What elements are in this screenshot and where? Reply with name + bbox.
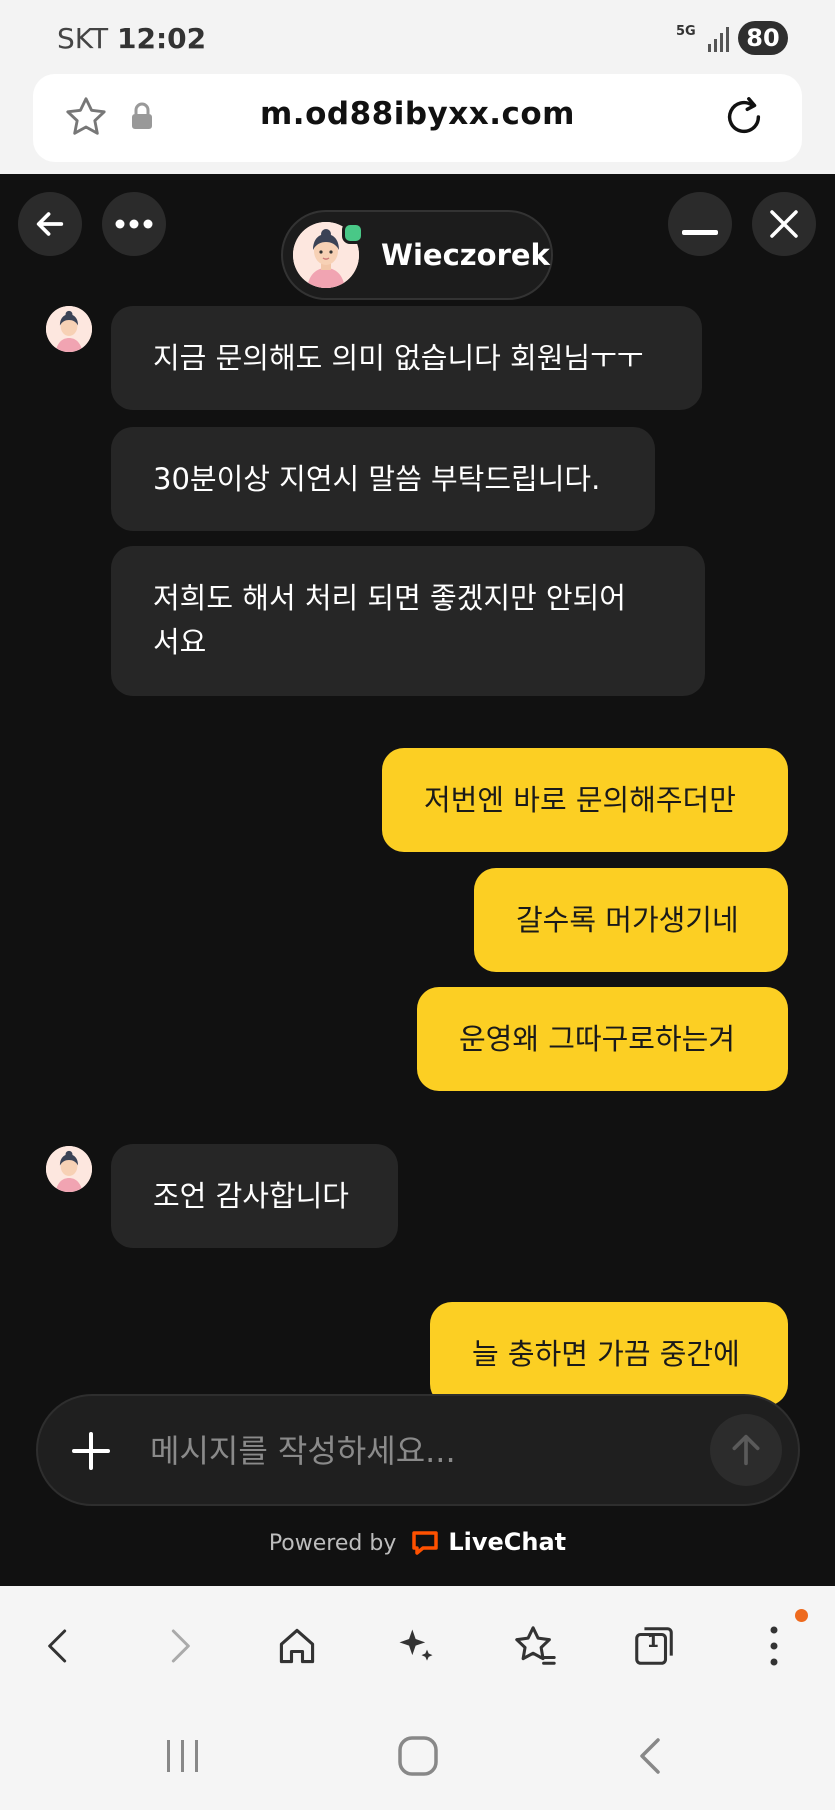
message-input[interactable] bbox=[148, 1418, 712, 1484]
more-icon bbox=[115, 219, 153, 229]
address-bar[interactable]: m.od88ibyxx.com bbox=[33, 74, 802, 162]
sparkle-icon bbox=[399, 1629, 433, 1661]
agent-message: 조언 감사합니다 bbox=[111, 1144, 398, 1248]
agent-header[interactable]: Wieczorek bbox=[281, 210, 553, 300]
close-icon bbox=[770, 210, 798, 238]
user-message: 운영왜 그따구로하는겨 bbox=[417, 987, 788, 1091]
chat-window: Wieczorek 지금 문의해도 의미 없습니다 회원님ㅜㅜ 30분이상 지연… bbox=[0, 174, 835, 1586]
nav-forward-icon bbox=[171, 1629, 190, 1663]
menu-button[interactable] bbox=[744, 1616, 804, 1676]
livechat-logo-icon bbox=[412, 1531, 439, 1555]
system-back-icon[interactable] bbox=[634, 1734, 664, 1778]
url-text[interactable]: m.od88ibyxx.com bbox=[33, 96, 802, 132]
network-type-icon: 5G bbox=[676, 24, 696, 39]
recent-apps-icon[interactable] bbox=[163, 1734, 203, 1778]
agent-avatar-small bbox=[46, 306, 92, 352]
more-button[interactable] bbox=[102, 192, 166, 256]
message-text-line2: 서요 bbox=[153, 625, 207, 659]
tab-count: 1 bbox=[647, 1632, 659, 1652]
message-composer bbox=[36, 1394, 800, 1506]
ai-sparkle-button[interactable] bbox=[386, 1616, 446, 1676]
message-text: 30분이상 지연시 말씀 부탁드립니다. bbox=[153, 462, 601, 496]
home-button[interactable] bbox=[267, 1616, 327, 1676]
agent-message: 지금 문의해도 의미 없습니다 회원님ㅜㅜ bbox=[111, 306, 702, 410]
minimize-icon bbox=[682, 230, 718, 235]
close-button[interactable] bbox=[752, 192, 816, 256]
clock: 12:02 bbox=[116, 22, 207, 55]
nav-back-button[interactable] bbox=[28, 1616, 88, 1676]
agent-message: 저희도 해서 처리 되면 좋겠지만 안되어 서요 bbox=[111, 546, 705, 696]
menu-dots-icon bbox=[770, 1626, 778, 1666]
livechat-brand[interactable]: LiveChat bbox=[448, 1528, 566, 1556]
nav-forward-button[interactable] bbox=[150, 1616, 210, 1676]
message-text: 늘 충하면 가끔 중간에 bbox=[472, 1337, 740, 1371]
message-text: 갈수록 머가생기네 bbox=[516, 903, 739, 937]
notification-dot bbox=[795, 1609, 808, 1622]
home-nav-icon[interactable] bbox=[396, 1734, 440, 1778]
send-arrow-icon bbox=[732, 1434, 760, 1466]
user-message: 늘 충하면 가끔 중간에 bbox=[430, 1302, 788, 1406]
powered-by: Powered by LiveChat bbox=[0, 1528, 835, 1556]
message-text: 지금 문의해도 의미 없습니다 회원님ㅜㅜ bbox=[153, 341, 644, 375]
home-icon bbox=[279, 1628, 315, 1664]
user-message: 갈수록 머가생기네 bbox=[474, 868, 788, 972]
message-text: 저희도 해서 처리 되면 좋겠지만 안되어 bbox=[153, 581, 626, 615]
message-text: 저번엔 바로 문의해주더만 bbox=[424, 783, 736, 817]
browser-toolbar: 1 bbox=[0, 1586, 835, 1706]
status-bar: SKT 12:02 5G 80 bbox=[0, 0, 835, 72]
reload-icon[interactable] bbox=[721, 94, 767, 140]
agent-name: Wieczorek bbox=[381, 238, 550, 272]
minimize-button[interactable] bbox=[668, 192, 732, 256]
nav-back-icon bbox=[48, 1629, 67, 1663]
message-text: 조언 감사합니다 bbox=[153, 1179, 349, 1213]
battery-indicator: 80 bbox=[738, 21, 788, 55]
back-arrow-icon bbox=[36, 212, 64, 236]
bookmarks-icon bbox=[515, 1626, 556, 1665]
carrier-label: SKT bbox=[57, 22, 109, 55]
carrier-time: SKT 12:02 bbox=[57, 22, 206, 55]
send-button[interactable] bbox=[710, 1414, 782, 1486]
message-text: 운영왜 그따구로하는겨 bbox=[459, 1022, 736, 1056]
bookmarks-button[interactable] bbox=[505, 1616, 565, 1676]
agent-message: 30분이상 지연시 말씀 부탁드립니다. bbox=[111, 427, 655, 531]
agent-avatar-small bbox=[46, 1146, 92, 1192]
plus-icon[interactable] bbox=[68, 1428, 114, 1474]
powered-by-label: Powered by bbox=[268, 1531, 397, 1556]
back-button[interactable] bbox=[18, 192, 82, 256]
system-navigation-bar bbox=[0, 1706, 835, 1810]
online-status-dot bbox=[342, 222, 364, 244]
signal-icon bbox=[708, 27, 729, 52]
tabs-button[interactable]: 1 bbox=[624, 1616, 684, 1676]
user-message: 저번엔 바로 문의해주더만 bbox=[382, 748, 788, 852]
